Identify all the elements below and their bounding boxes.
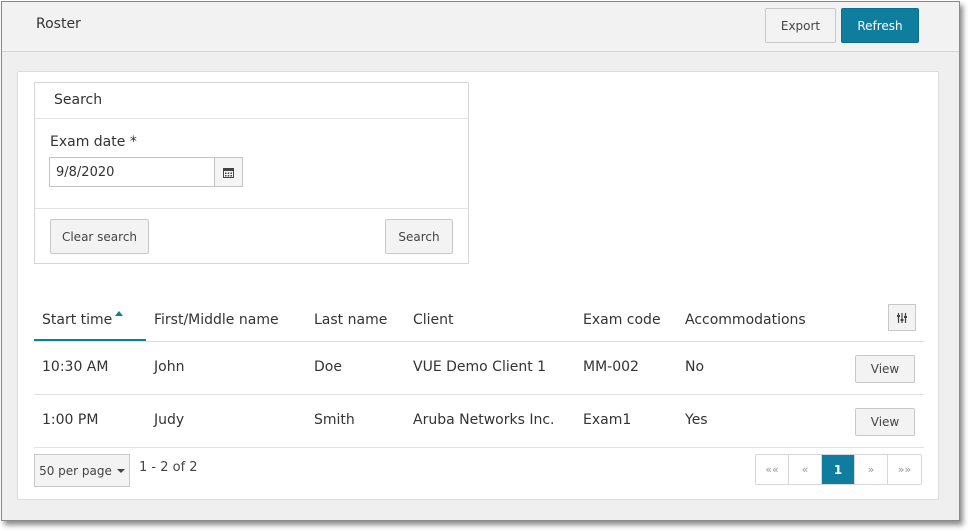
sort-indicator [34,339,146,341]
top-bar: Roster Export Refresh [2,2,959,52]
first-name-cell: Judy [154,412,185,428]
view-button[interactable]: View [855,355,915,383]
roster-panel: Search Exam date * Clear search Search [17,71,939,500]
column-header-exam-code[interactable]: Exam code [583,312,661,328]
calendar-button[interactable] [214,157,243,187]
result-range: 1 - 2 of 2 [139,460,198,475]
chevron-down-icon [116,468,125,473]
next-page-button[interactable]: » [855,455,888,484]
start-time-cell: 1:00 PM [42,412,99,428]
accommodations-cell: No [685,359,705,375]
first-name-cell: John [154,359,185,375]
pagination: «« « 1 » »» [755,454,922,485]
column-settings-button[interactable] [888,304,916,331]
column-header-client[interactable]: Client [413,312,454,328]
table-row: 10:30 AM John Doe VUE Demo Client 1 MM-0… [34,342,924,395]
current-page-button[interactable]: 1 [822,455,855,484]
last-name-cell: Doe [314,359,342,375]
table-header: Start time First/Middle name Last name C… [34,302,924,342]
exam-date-input[interactable] [49,157,214,187]
search-button[interactable]: Search [385,219,453,254]
last-name-cell: Smith [314,412,355,428]
view-button[interactable]: View [855,408,915,436]
clear-search-button[interactable]: Clear search [50,219,149,254]
search-card-title: Search [35,83,468,119]
client-cell: VUE Demo Client 1 [413,359,547,375]
previous-page-button[interactable]: « [789,455,822,484]
page-title: Roster [36,16,81,32]
column-header-accommodations[interactable]: Accommodations [685,312,806,328]
table-row: 1:00 PM Judy Smith Aruba Networks Inc. E… [34,395,924,448]
column-header-first-name[interactable]: First/Middle name [154,312,279,328]
refresh-button[interactable]: Refresh [841,8,919,43]
exam-code-cell: MM-002 [583,359,639,375]
accommodations-cell: Yes [685,412,708,428]
column-header-last-name[interactable]: Last name [314,312,387,328]
exam-code-cell: Exam1 [583,412,632,428]
first-page-button[interactable]: «« [756,455,789,484]
export-button[interactable]: Export [765,8,836,43]
last-page-button[interactable]: »» [888,455,921,484]
per-page-label: 50 per page [39,463,112,478]
calendar-icon [223,167,234,178]
search-card-footer: Clear search Search [35,208,468,264]
search-card: Search Exam date * Clear search Search [34,82,469,264]
start-time-cell: 10:30 AM [42,359,109,375]
exam-date-label: Exam date * [50,134,137,150]
client-cell: Aruba Networks Inc. [413,412,555,428]
per-page-dropdown[interactable]: 50 per page [34,454,130,487]
column-header-start-time[interactable]: Start time [42,312,112,328]
app-window: Roster Export Refresh Search Exam date * [1,1,960,521]
column-settings-icon [897,312,907,323]
sort-ascending-icon [115,311,123,316]
